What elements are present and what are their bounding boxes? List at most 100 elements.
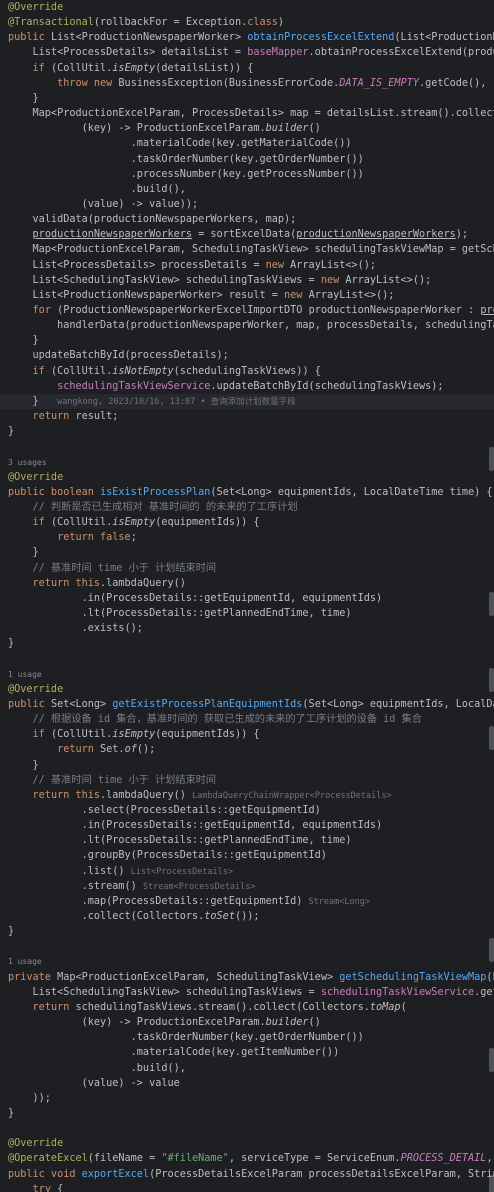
code-line[interactable]: )); (0, 1091, 51, 1106)
code-line[interactable]: .map(ProcessDetails::getEquipmentId) Str… (0, 894, 370, 909)
code-token: = sortExcelData( (192, 229, 297, 241)
code-line[interactable]: try { (0, 1182, 64, 1192)
code-line[interactable] (0, 439, 8, 454)
code-line[interactable]: @Override (0, 682, 63, 697)
code-line[interactable]: } (0, 924, 14, 939)
code-editor[interactable]: @Override @Transactional(rollbackFor = Ex… (0, 0, 494, 1192)
code-token: 1 usage (8, 669, 42, 679)
code-line[interactable]: for (ProductionNewspaperWorkerExcelImpor… (0, 303, 494, 318)
code-line[interactable]: schedulingTaskViewService.updateBatchByI… (0, 379, 444, 394)
code-line[interactable]: .build(), (0, 182, 186, 197)
code-line[interactable]: (key) -> ProductionExcelParam.builder() (0, 1015, 321, 1030)
code-line[interactable]: return this.lambdaQuery() LambdaQueryCha… (0, 788, 392, 803)
code-line[interactable]: .lt(ProcessDetails::getPlannedEndTime, t… (0, 606, 352, 621)
code-line[interactable]: validData(productionNewspaperWorkers, ma… (0, 212, 297, 227)
code-line[interactable]: .taskOrderNumber(key.getOrderNumber()) (0, 152, 364, 167)
code-line[interactable]: handlerData(productionNewspaperWorker, m… (0, 318, 494, 333)
code-line[interactable]: @Transactional(rollbackFor = Exception.c… (0, 15, 284, 30)
code-line[interactable]: Map<ProductionExcelParam, ProcessDetails… (0, 106, 494, 121)
code-line[interactable]: .collect(Collectors.toSet()); (0, 909, 260, 924)
code-line[interactable]: .materialCode(key.getItemNumber()) (0, 1045, 340, 1060)
code-line[interactable]: .list() List<ProcessDetails> (0, 864, 233, 879)
code-line[interactable]: .exists(); (0, 621, 143, 636)
code-line[interactable]: (value) -> value)); (0, 197, 199, 212)
code-line[interactable]: .materialCode(key.getMaterialCode()) (0, 136, 352, 151)
code-token: .materialCode(key.getItemNumber()) (8, 1047, 340, 1059)
code-token: (CollUtil. (50, 365, 113, 377)
code-line[interactable]: return result; (0, 409, 119, 424)
usage-hint[interactable]: 1 usage (0, 954, 42, 969)
code-line[interactable]: (key) -> ProductionExcelParam.builder() (0, 121, 321, 136)
code-line[interactable]: @OperateExcel(fileName = "#fileName", se… (0, 1151, 494, 1166)
code-line[interactable] (0, 939, 8, 954)
code-token: .lt(ProcessDetails::getPlannedEndTime, t… (8, 608, 352, 619)
code-line[interactable]: @Override (0, 470, 63, 485)
code-line[interactable]: // 基准时间 time 小于 计划结束时间 (0, 773, 217, 788)
code-line[interactable]: } wangkong, 2023/10/16, 13:07 • 查询添加计划数量… (0, 393, 494, 409)
code-line[interactable]: List<ProcessDetails> processDetails = ne… (0, 258, 377, 273)
code-line[interactable]: if (CollUtil.isEmpty(equipmentIds)) { (0, 515, 260, 530)
code-line[interactable]: return schedulingTaskViews.stream().coll… (0, 1000, 407, 1015)
code-line[interactable]: .in(ProcessDetails::getEquipmentId, equi… (0, 591, 383, 606)
code-line[interactable]: List<SchedulingTaskView> schedulingTaskV… (0, 985, 494, 1000)
code-token: productionNewspa (480, 305, 494, 316)
code-line[interactable]: } (0, 333, 39, 348)
usage-hint[interactable]: 3 usages (0, 455, 47, 470)
code-line[interactable]: List<ProcessDetails> detailsList = baseM… (0, 45, 494, 60)
code-line[interactable]: return this.lambdaQuery() (0, 576, 186, 591)
code-line[interactable]: return false; (0, 530, 137, 545)
code-line[interactable]: .select(ProcessDetails::getEquipmentId) (0, 803, 321, 818)
code-line[interactable]: .lt(ProcessDetails::getPlannedEndTime, t… (0, 833, 352, 848)
code-line[interactable]: if (CollUtil.isEmpty(equipmentIds)) { (0, 727, 260, 742)
code-line[interactable]: public boolean isExistProcessPlan(Set<Lo… (0, 485, 493, 500)
code-token: return this (32, 577, 101, 589)
code-line[interactable]: List<ProductionNewspaperWorker> result =… (0, 288, 395, 303)
code-line[interactable]: // 基准时间 time 小于 计划结束时间 (0, 561, 217, 576)
code-line[interactable]: if (CollUtil.isEmpty(detailsList)) { (0, 61, 254, 76)
code-token: return (32, 411, 76, 423)
code-line[interactable] (0, 651, 8, 666)
code-line[interactable]: private Map<ProductionExcelParam, Schedu… (0, 970, 494, 985)
code-token: } (8, 426, 15, 438)
code-line[interactable]: .groupBy(ProcessDetails::getEquipmentId) (0, 848, 327, 863)
code-line[interactable]: return Set.of(); (0, 742, 155, 757)
code-line[interactable]: public Set<Long> getExistProcessPlanEqui… (0, 697, 494, 712)
usage-hint[interactable]: 1 usage (0, 667, 42, 682)
code-line[interactable]: .in(ProcessDetails::getEquipmentId, equi… (0, 818, 383, 833)
code-line[interactable]: updateBatchById(processDetails); (0, 348, 229, 363)
code-line[interactable]: .build(), (0, 1061, 186, 1076)
code-line[interactable]: .taskOrderNumber(key.getOrderNumber()) (0, 1030, 364, 1045)
code-line[interactable]: List<SchedulingTaskView> schedulingTaskV… (0, 273, 432, 288)
code-token: .lambdaQuery() (100, 789, 193, 801)
code-line[interactable] (0, 1121, 8, 1136)
code-line[interactable]: (value) -> value (0, 1076, 180, 1091)
code-token: getExistProcessPlanEquipmentIds (112, 698, 303, 710)
code-line[interactable]: public List<ProductionNewspaperWorker> o… (0, 30, 494, 45)
code-line[interactable]: if (CollUtil.isNotEmpty(schedulingTaskVi… (0, 364, 321, 379)
code-line[interactable]: Map<ProductionExcelParam, SchedulingTask… (0, 242, 494, 257)
code-line[interactable]: } (0, 545, 39, 560)
code-line[interactable]: } (0, 91, 39, 106)
code-line[interactable]: } (0, 636, 14, 651)
code-line[interactable]: .processNumber(key.getProcessNumber()) (0, 167, 364, 182)
code-line[interactable]: productionNewspaperWorkers = sortExcelDa… (0, 227, 469, 242)
code-line[interactable]: } (0, 1106, 14, 1121)
code-line[interactable]: // 根据设备 id 集合，基准时间的 获取已生成的未来的了工序计划的设备 id… (0, 712, 422, 727)
code-token: .updateBatchById(schedulingTaskViews); (210, 380, 444, 392)
code-line[interactable]: public void exportExcel(ProcessDetailsEx… (0, 1167, 494, 1182)
code-line[interactable]: } (0, 424, 14, 439)
code-line[interactable]: } (0, 758, 39, 773)
code-line[interactable]: @Override (0, 0, 63, 15)
code-token: .processNumber(key.getProcessNumber()) (8, 168, 364, 180)
code-line[interactable]: @Override (0, 1136, 63, 1151)
code-line[interactable]: throw new BusinessException(BusinessErro… (0, 76, 494, 91)
code-token: class (247, 17, 278, 29)
scrollbar-marker (489, 938, 494, 962)
code-token: )); (8, 1092, 51, 1104)
code-line[interactable]: // 判断是否已生成相对 基准时间的 的未来的了工序计划 (0, 500, 298, 515)
code-line[interactable]: .stream() Stream<ProcessDetails> (0, 879, 256, 894)
